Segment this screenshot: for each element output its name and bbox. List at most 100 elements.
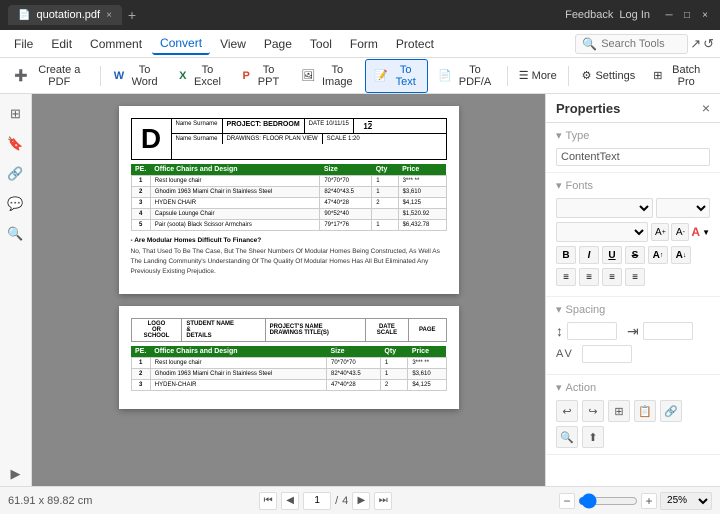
font-size-select[interactable] xyxy=(656,198,710,218)
sidebar-collapse-icon[interactable]: ▶ xyxy=(4,462,28,486)
line-spacing-input[interactable] xyxy=(567,322,617,340)
action-link-button[interactable]: 🔗 xyxy=(660,400,682,422)
spacing-arrow-icon: ▾ xyxy=(556,303,562,316)
align-right-button[interactable]: ≡ xyxy=(602,268,622,286)
search-wrap[interactable]: 🔍 xyxy=(575,34,688,54)
font-style-select[interactable] xyxy=(556,222,648,242)
indent-input[interactable] xyxy=(643,322,693,340)
external-link-icon[interactable]: ↗ xyxy=(690,36,701,52)
zoom-slider[interactable] xyxy=(578,493,638,509)
menu-tool[interactable]: Tool xyxy=(302,34,340,54)
row-name: HYDEN-CHAIR xyxy=(150,380,326,391)
color-swatch[interactable]: A ▼ xyxy=(691,225,710,239)
panel-close-button[interactable]: × xyxy=(702,100,710,116)
create-pdf-button[interactable]: ➕ Create a PDF xyxy=(6,60,95,92)
align-justify-button[interactable]: ≡ xyxy=(625,268,645,286)
document-tab[interactable]: 📄 quotation.pdf × xyxy=(8,5,122,25)
row-size: 47*40*28 xyxy=(326,380,380,391)
new-tab-button[interactable]: + xyxy=(128,7,136,23)
page-navigation: ⏮ ◀ / 4 ▶ ⏭ xyxy=(259,492,392,510)
to-word-button[interactable]: W To Word xyxy=(106,60,169,92)
row-qty: 1 xyxy=(372,176,398,187)
menu-page[interactable]: Page xyxy=(256,34,300,54)
separator xyxy=(100,66,101,86)
close-button[interactable]: × xyxy=(698,8,712,22)
header-row-2: Name Surname DRAWINGS: FLOOR PLAN VIEW S… xyxy=(172,134,446,144)
font-color-down-button[interactable]: A- xyxy=(671,223,689,241)
to-ppt-button[interactable]: P To PPT xyxy=(234,60,291,92)
fonts-section: ▾ Fonts A+ A- A ▼ xyxy=(546,173,720,297)
settings-button[interactable]: ⚙ Settings xyxy=(574,65,644,86)
t2-header-qty: Qty xyxy=(380,346,407,358)
to-pdfa-button[interactable]: 📄 To PDF/A xyxy=(430,60,502,92)
subscript-button[interactable]: A↓ xyxy=(671,246,691,264)
action-paste-button[interactable]: 📋 xyxy=(634,400,656,422)
action-export-button[interactable]: ⬆ xyxy=(582,426,604,448)
search-input[interactable] xyxy=(601,38,681,50)
menu-form[interactable]: Form xyxy=(342,34,386,54)
h2-student: STUDENT NAME&DETAILS xyxy=(182,319,265,342)
bold-button[interactable]: B xyxy=(556,246,576,264)
maximize-button[interactable]: □ xyxy=(680,8,694,22)
superscript-button[interactable]: A↑ xyxy=(648,246,668,264)
back-icon[interactable]: ↺ xyxy=(703,36,714,52)
row-name: Rest lounge chair xyxy=(150,358,326,369)
batch-pro-button[interactable]: ⊞ Batch Pro xyxy=(645,60,714,92)
table-row: 4 Capsule Lounge Chair 90*52*40 $1,520.9… xyxy=(131,209,446,220)
menu-view[interactable]: View xyxy=(212,34,254,54)
action-copy-button[interactable]: ⊞ xyxy=(608,400,630,422)
title-actions: Feedback Log In xyxy=(565,9,650,21)
to-excel-button[interactable]: X To Excel xyxy=(171,60,232,92)
action-undo-button[interactable]: ↩ xyxy=(556,400,578,422)
zoom-out-button[interactable]: − xyxy=(559,493,575,509)
menu-protect[interactable]: Protect xyxy=(388,34,442,54)
ppt-icon: P xyxy=(242,70,249,82)
tab-close-icon[interactable]: × xyxy=(106,10,112,21)
char-spacing-input[interactable] xyxy=(582,345,632,363)
toolbar: ➕ Create a PDF W To Word X To Excel P To… xyxy=(0,58,720,94)
menu-edit[interactable]: Edit xyxy=(43,34,80,54)
minimize-button[interactable]: ─ xyxy=(662,8,676,22)
more-button[interactable]: ☰ More xyxy=(513,65,563,86)
page-number-input[interactable] xyxy=(303,492,331,510)
zoom-select[interactable]: 25% 50% 75% 100% 150% 200% xyxy=(660,492,712,510)
feedback-link[interactable]: Feedback xyxy=(565,9,613,21)
content-table-2: PE. Office Chairs and Design Size Qty Pr… xyxy=(131,346,447,391)
page-prev-button[interactable]: ◀ xyxy=(281,492,299,510)
word-icon: W xyxy=(114,70,124,82)
login-link[interactable]: Log In xyxy=(619,9,650,21)
row-name: Rest lounge chair xyxy=(150,176,320,187)
page-end-button[interactable]: ⏭ xyxy=(374,492,392,510)
to-image-button[interactable]: 🖼 To Image xyxy=(293,60,363,92)
sidebar-comment-icon[interactable]: 💬 xyxy=(4,192,28,216)
action-redo-button[interactable]: ↪ xyxy=(582,400,604,422)
h2-logo: LOGOORSCHOOL xyxy=(131,319,182,342)
align-left-button[interactable]: ≡ xyxy=(556,268,576,286)
sidebar-link-icon[interactable]: 🔗 xyxy=(4,162,28,186)
sidebar-thumbnail-icon[interactable]: ⊞ xyxy=(4,102,28,126)
row-num: 2 xyxy=(131,187,150,198)
strikethrough-button[interactable]: S xyxy=(625,246,645,264)
char-spacing-label: AV xyxy=(556,348,574,360)
underline-button[interactable]: U xyxy=(602,246,622,264)
zoom-in-button[interactable]: + xyxy=(641,493,657,509)
font-family-select[interactable] xyxy=(556,198,653,218)
sidebar-bookmark-icon[interactable]: 🔖 xyxy=(4,132,28,156)
page-next-button[interactable]: ▶ xyxy=(352,492,370,510)
menu-file[interactable]: File xyxy=(6,34,41,54)
coordinates-display: 61.91 x 89.82 cm xyxy=(8,495,92,507)
action-search-button[interactable]: 🔍 xyxy=(556,426,578,448)
font-color-up-button[interactable]: A+ xyxy=(651,223,669,241)
row-num: 2 xyxy=(131,369,150,380)
menu-convert[interactable]: Convert xyxy=(152,33,210,55)
align-center-button[interactable]: ≡ xyxy=(579,268,599,286)
menu-comment[interactable]: Comment xyxy=(82,34,150,54)
doc-area[interactable]: D Name Surname PROJECT: BEDROOM DATE 10/… xyxy=(32,94,545,486)
to-text-button[interactable]: 📝 To Text xyxy=(365,59,428,93)
page-start-button[interactable]: ⏮ xyxy=(259,492,277,510)
article-title: - Are Modular Homes Difficult To Finance… xyxy=(131,237,447,244)
sidebar-search-icon[interactable]: 🔍 xyxy=(4,222,28,246)
italic-button[interactable]: I xyxy=(579,246,599,264)
header-letter: D xyxy=(132,119,172,159)
table-row: 3 HYDEN-CHAIR 47*40*28 2 $4,125 xyxy=(131,380,446,391)
